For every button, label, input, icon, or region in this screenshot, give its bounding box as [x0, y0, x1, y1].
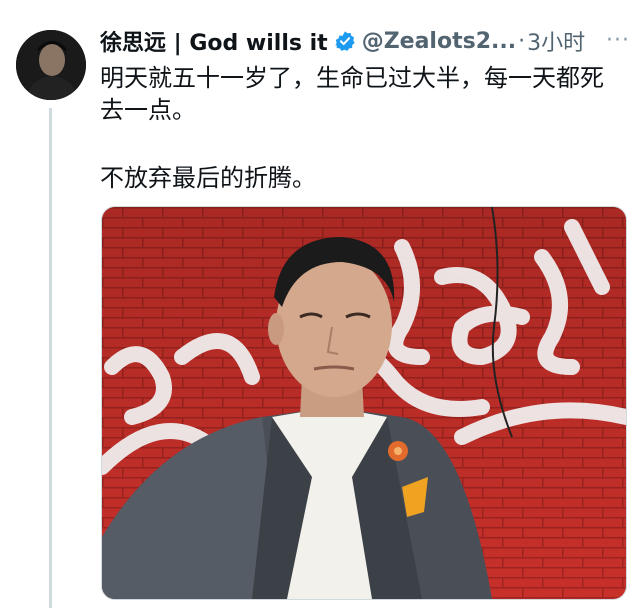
verified-badge-icon [334, 30, 356, 52]
tweet-timestamp[interactable]: 3小时 [527, 25, 585, 57]
tweet-text-paragraph-1: 明天就五十一岁了，生命已过大半，每一天都死去一点。 [100, 64, 604, 124]
tweet-text-paragraph-2: 不放弃最后的折腾。 [100, 164, 316, 192]
tweet-header: 徐思远 | God wills it @Zealots2... · 3小时 ··… [100, 26, 630, 56]
tweet-photo[interactable] [101, 206, 627, 600]
more-dots-icon[interactable]: ··· [606, 28, 630, 53]
author-name[interactable]: 徐思远 | God wills it [100, 25, 328, 57]
tweet-card[interactable]: 徐思远 | God wills it @Zealots2... · 3小时 ··… [0, 0, 639, 608]
tweet-text: 明天就五十一岁了，生命已过大半，每一天都死去一点。 不放弃最后的折腾。 [100, 62, 620, 194]
separator-dot: · [518, 28, 526, 54]
author-avatar[interactable] [16, 30, 86, 100]
author-handle[interactable]: @Zealots2... [362, 29, 516, 54]
thread-line [49, 108, 52, 608]
